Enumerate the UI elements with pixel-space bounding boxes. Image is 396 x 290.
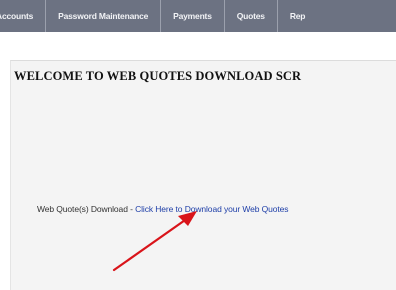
nav-item-rep[interactable]: Rep xyxy=(278,0,317,32)
nav-item-quotes[interactable]: Quotes xyxy=(225,0,278,32)
arrow-shaft xyxy=(112,216,190,272)
top-navigation-bar: Accounts Password Maintenance Payments Q… xyxy=(0,0,396,32)
page-title: WELCOME TO WEB QUOTES DOWNLOAD SCR xyxy=(14,69,302,83)
nav-item-payments[interactable]: Payments xyxy=(161,0,225,32)
annotation-arrow-icon xyxy=(112,211,197,272)
page: Accounts Password Maintenance Payments Q… xyxy=(0,0,396,290)
nav-item-accounts[interactable]: Accounts xyxy=(0,0,47,32)
nav-item-password-maintenance[interactable]: Password Maintenance xyxy=(46,0,162,32)
